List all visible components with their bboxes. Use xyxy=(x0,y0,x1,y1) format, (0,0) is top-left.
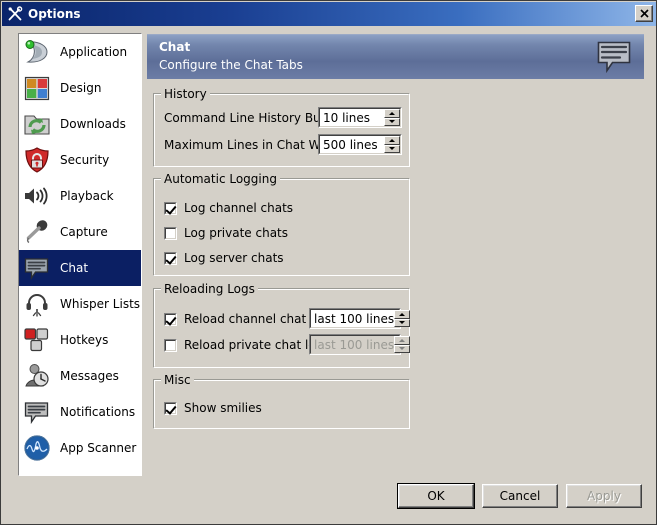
sidebar-item-label: Notifications xyxy=(60,405,136,419)
sidebar-item-whisper-lists[interactable]: Whisper Lists xyxy=(19,286,141,322)
sidebar-item-downloads[interactable]: Downloads xyxy=(19,106,141,142)
messages-icon xyxy=(22,361,52,391)
sidebar-item-chat[interactable]: Chat xyxy=(19,250,141,286)
spinner-up-button xyxy=(394,336,411,345)
sidebar-item-label: Messages xyxy=(60,369,119,383)
sidebar-item-label: Chat xyxy=(60,261,89,275)
log-private-chats-label: Log private chats xyxy=(184,226,289,240)
reloading-logs-group: Reloading Logs Reload channel chat logs … xyxy=(153,282,411,368)
capture-microphone-icon xyxy=(22,217,52,247)
spinner-buttons[interactable] xyxy=(384,109,400,126)
automatic-logging-legend: Automatic Logging xyxy=(161,172,280,186)
chat-bubble-icon xyxy=(596,40,632,74)
command-line-history-spinner[interactable]: 10 lines xyxy=(318,107,402,128)
history-legend: History xyxy=(161,87,210,101)
spinner-buttons xyxy=(394,336,411,353)
reload-private-chat-logs-row[interactable]: Reload private chat logs xyxy=(164,338,330,352)
window-title: Options xyxy=(28,7,81,21)
sidebar-item-label: Capture xyxy=(60,225,108,239)
reloading-logs-legend: Reloading Logs xyxy=(161,282,258,296)
sidebar-item-messages[interactable]: Messages xyxy=(19,358,141,394)
design-icon xyxy=(22,73,52,103)
reload-private-chat-logs-checkbox[interactable] xyxy=(164,338,177,352)
sidebar-item-label: Downloads xyxy=(60,117,126,131)
log-server-chats-label: Log server chats xyxy=(184,251,284,265)
application-icon xyxy=(22,37,52,67)
log-channel-chats-label: Log channel chats xyxy=(184,201,294,215)
command-line-history-value: 10 lines xyxy=(323,110,370,125)
reload-private-lines-spinner: last 100 lines xyxy=(309,334,411,355)
close-button[interactable] xyxy=(635,5,653,22)
spinner-down-button[interactable] xyxy=(394,318,411,327)
security-shield-icon xyxy=(22,145,52,175)
sidebar-item-label: Application xyxy=(60,45,128,59)
apply-button: Apply xyxy=(566,484,642,508)
history-group: History Command Line History Buffer: 10 … xyxy=(153,87,410,167)
sidebar-item-design[interactable]: Design xyxy=(19,70,141,106)
page-title: Chat xyxy=(159,40,191,54)
log-channel-chats-checkbox[interactable] xyxy=(164,201,177,215)
sidebar-item-label: Design xyxy=(60,81,102,95)
spinner-up-button[interactable] xyxy=(384,136,400,145)
notifications-bubble-icon xyxy=(22,397,52,427)
reload-channel-lines-spinner[interactable]: last 100 lines xyxy=(309,308,411,329)
spinner-down-button xyxy=(394,344,411,353)
category-list[interactable]: Application Design Downloads Security Pl… xyxy=(18,33,142,476)
log-channel-chats-row[interactable]: Log channel chats xyxy=(164,201,293,215)
hotkeys-icon xyxy=(22,325,52,355)
log-private-chats-checkbox[interactable] xyxy=(164,226,177,240)
spinner-buttons[interactable] xyxy=(384,136,400,153)
spinner-down-button[interactable] xyxy=(384,144,400,153)
sidebar-item-playback[interactable]: Playback xyxy=(19,178,141,214)
max-lines-spinner[interactable]: 500 lines xyxy=(318,134,402,155)
downloads-icon xyxy=(22,109,52,139)
app-scanner-radar-icon xyxy=(22,433,52,463)
sidebar-item-capture[interactable]: Capture xyxy=(19,214,141,250)
sidebar-item-hotkeys[interactable]: Hotkeys xyxy=(19,322,141,358)
spinner-buttons[interactable] xyxy=(394,310,411,327)
misc-legend: Misc xyxy=(161,373,194,387)
sidebar-item-label: Security xyxy=(60,153,110,167)
spinner-down-button[interactable] xyxy=(384,117,400,126)
show-smilies-label: Show smilies xyxy=(184,401,262,415)
log-server-chats-row[interactable]: Log server chats xyxy=(164,251,284,265)
tools-icon xyxy=(7,6,23,22)
show-smilies-checkbox[interactable] xyxy=(164,401,177,415)
sidebar-item-label: Playback xyxy=(60,189,114,203)
chat-bubble-icon xyxy=(22,253,52,283)
log-private-chats-row[interactable]: Log private chats xyxy=(164,226,288,240)
sidebar-item-label: App Scanner xyxy=(60,441,137,455)
cancel-button[interactable]: Cancel xyxy=(482,484,558,508)
reload-private-chat-logs-label: Reload private chat logs xyxy=(184,338,330,352)
max-lines-value: 500 lines xyxy=(323,137,378,152)
misc-group: Misc Show smilies xyxy=(153,373,410,429)
sidebar-item-notifications[interactable]: Notifications xyxy=(19,394,141,430)
titlebar: Options xyxy=(2,2,656,26)
show-smilies-row[interactable]: Show smilies xyxy=(164,401,262,415)
playback-speaker-icon xyxy=(22,181,52,211)
page-subtitle: Configure the Chat Tabs xyxy=(159,58,303,72)
options-dialog: Options Application Design Downloads Sec… xyxy=(0,0,657,525)
page-header-banner: Chat Configure the Chat Tabs xyxy=(147,34,644,79)
sidebar-item-app-scanner[interactable]: App Scanner xyxy=(19,430,141,466)
sidebar-item-application[interactable]: Application xyxy=(19,34,141,70)
automatic-logging-group: Automatic Logging Log channel chats Log … xyxy=(153,172,410,276)
reload-channel-chat-logs-checkbox[interactable] xyxy=(164,312,177,326)
sidebar-item-label: Whisper Lists xyxy=(60,297,141,311)
ok-button[interactable]: OK xyxy=(397,483,475,509)
spinner-up-button[interactable] xyxy=(384,109,400,118)
reload-private-lines-value: last 100 lines xyxy=(314,337,395,352)
whisper-lists-headset-icon xyxy=(22,289,52,319)
sidebar-item-label: Hotkeys xyxy=(60,333,109,347)
spinner-up-button[interactable] xyxy=(394,310,411,319)
reload-channel-lines-value: last 100 lines xyxy=(314,311,395,326)
log-server-chats-checkbox[interactable] xyxy=(164,251,177,265)
sidebar-item-security[interactable]: Security xyxy=(19,142,141,178)
